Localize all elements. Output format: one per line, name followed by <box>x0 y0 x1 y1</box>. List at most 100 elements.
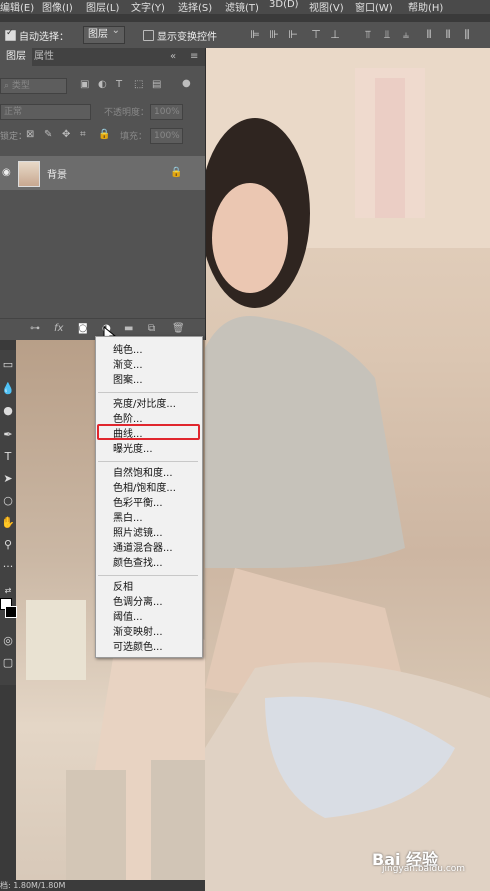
blend-mode-dropdown[interactable]: 正常 <box>0 104 91 120</box>
align-hcenter-icon[interactable]: ⊪ <box>268 29 280 41</box>
filter-type-label: 类型 <box>11 81 30 91</box>
layer-lock-icon: 🔒 <box>170 167 183 178</box>
search-icon: ⌕ <box>4 81 12 91</box>
show-transform-checkbox[interactable] <box>143 30 154 41</box>
collapse-icon[interactable]: « <box>170 51 176 63</box>
menu-help[interactable]: 帮助(H) <box>408 0 443 14</box>
baidu-watermark-url: jingyan.baidu.com <box>382 864 466 874</box>
fill-field[interactable]: 100% <box>150 128 183 144</box>
link-layers-icon[interactable]: ⊶ <box>30 323 40 335</box>
distribute-top-icon[interactable]: ⫪ <box>362 29 374 41</box>
menu-item-pattern[interactable]: 图案... <box>113 375 143 387</box>
screen-mode-icon[interactable]: ▢ <box>1 656 15 670</box>
menu-view[interactable]: 视图(V) <box>309 0 344 14</box>
menu-item-exposure[interactable]: 曝光度... <box>113 444 153 456</box>
lock-position-icon[interactable]: ✥ <box>62 129 70 141</box>
lock-artboard-icon[interactable]: ⌗ <box>80 129 86 141</box>
pen-tool-icon[interactable]: ✒ <box>1 428 15 442</box>
status-bar: 档: 1.80M/1.80M <box>0 880 205 891</box>
menu-item-brightness-contrast[interactable]: 亮度/对比度... <box>113 399 176 411</box>
path-select-tool-icon[interactable]: ➤ <box>1 472 15 486</box>
align-vcenter-icon[interactable]: ⊥ <box>329 29 341 41</box>
layer-thumbnail <box>18 161 40 187</box>
layers-panel: 图层 属性 « ≡ ⌕ 类型 ▣ ◐ T ⬚ ▤ ● 正常 不透明度： 100%… <box>0 48 206 340</box>
menu-item-color-lookup[interactable]: 颜色查找... <box>113 558 163 570</box>
lock-all-icon[interactable]: 🔒 <box>98 129 110 141</box>
lock-label: 锁定： <box>0 132 28 142</box>
filter-pixel-icon[interactable]: ▣ <box>80 79 89 91</box>
menu-separator <box>98 392 198 393</box>
swap-colors-icon[interactable]: ⇄ <box>1 584 15 598</box>
menu-item-posterize[interactable]: 色调分离... <box>113 597 163 609</box>
auto-select-dropdown[interactable]: 图层 <box>83 23 125 44</box>
canvas-photo[interactable] <box>205 48 490 891</box>
layer-row-background[interactable]: ◉ 背景 🔒 <box>0 156 205 190</box>
align-top-icon[interactable]: ⊤ <box>310 29 322 41</box>
menu-layer[interactable]: 图层(L) <box>86 0 119 14</box>
options-bar: 自动选择： 图层 显示变换控件 ⊫ ⊪ ⊩ ⊤ ⊥ ⫪ ⫫ ⫨ ⦀ ⫴ ⫼ <box>0 22 490 49</box>
distribute-vcenter-icon[interactable]: ⫫ <box>381 29 393 41</box>
filter-smart-icon[interactable]: ▤ <box>152 79 161 91</box>
menu-item-gradient[interactable]: 渐变... <box>113 360 143 372</box>
new-group-icon[interactable]: ▬ <box>124 323 133 335</box>
menu-item-photo-filter[interactable]: 照片滤镜... <box>113 528 163 540</box>
show-transform-label: 显示变换控件 <box>157 32 217 43</box>
distribute-hcenter-icon[interactable]: ⫴ <box>442 29 454 41</box>
menu-separator <box>98 575 198 576</box>
hand-tool-icon[interactable]: ✋ <box>1 516 15 530</box>
filter-type-icon[interactable]: T <box>116 79 122 91</box>
menu-type[interactable]: 文字(Y) <box>131 0 165 14</box>
distribute-left-icon[interactable]: ⦀ <box>423 29 435 41</box>
auto-select-label: 自动选择： <box>19 32 69 43</box>
menu-item-threshold[interactable]: 阈值... <box>113 612 143 624</box>
menu-bar: 编辑(E) 图像(I) 图层(L) 文字(Y) 选择(S) 滤镜(T) 3D(D… <box>0 0 490 14</box>
menu-edit[interactable]: 编辑(E) <box>0 0 34 14</box>
visibility-eye-icon[interactable]: ◉ <box>2 167 11 179</box>
menu-item-invert[interactable]: 反相 <box>113 582 133 594</box>
menu-3d[interactable]: 3D(D) <box>269 0 299 10</box>
background-color-swatch[interactable] <box>5 606 17 618</box>
lock-image-icon[interactable]: ✎ <box>44 129 52 141</box>
more-tools-icon[interactable]: ··· <box>1 560 15 574</box>
fill-label: 填充： <box>120 132 148 142</box>
type-tool-icon[interactable]: T <box>1 450 15 464</box>
blur-tool-icon[interactable]: 💧 <box>1 382 15 396</box>
menu-select[interactable]: 选择(S) <box>178 0 212 14</box>
filter-toggle-icon[interactable]: ● <box>182 78 191 90</box>
menu-item-gradient-map[interactable]: 渐变映射... <box>113 627 163 639</box>
filter-shape-icon[interactable]: ⬚ <box>134 79 143 91</box>
menu-item-selective-color[interactable]: 可选颜色... <box>113 642 163 654</box>
menu-filter[interactable]: 滤镜(T) <box>225 0 259 14</box>
zoom-tool-icon[interactable]: ⚲ <box>1 538 15 552</box>
lock-transparent-icon[interactable]: ⊠ <box>26 129 34 141</box>
menu-separator <box>98 461 198 462</box>
menu-item-black-white[interactable]: 黑白... <box>113 513 143 525</box>
delete-layer-icon[interactable]: 🗑 <box>172 323 185 335</box>
opacity-field[interactable]: 100% <box>150 104 183 120</box>
photo-illustration <box>205 48 490 891</box>
menu-item-channel-mixer[interactable]: 通道混合器... <box>113 543 173 555</box>
menu-item-vibrance[interactable]: 自然饱和度... <box>113 468 173 480</box>
align-right-icon[interactable]: ⊩ <box>287 29 299 41</box>
distribute-bottom-icon[interactable]: ⫨ <box>400 29 412 41</box>
adjustment-layer-menu: 纯色... 渐变... 图案... 亮度/对比度... 色阶... 曲线... … <box>95 336 203 658</box>
menu-item-color-balance[interactable]: 色彩平衡... <box>113 498 163 510</box>
auto-select-checkbox[interactable] <box>5 28 16 41</box>
menu-image[interactable]: 图像(I) <box>42 0 73 14</box>
new-layer-icon[interactable]: ⧉ <box>148 323 155 335</box>
add-mask-icon[interactable]: ◙ <box>78 323 88 335</box>
menu-item-hue-saturation[interactable]: 色相/饱和度... <box>113 483 176 495</box>
align-left-icon[interactable]: ⊫ <box>249 29 261 41</box>
quick-mask-icon[interactable]: ◎ <box>1 634 15 648</box>
shape-tool-icon[interactable]: ○ <box>1 494 15 508</box>
filter-adjustment-icon[interactable]: ◐ <box>98 79 107 91</box>
panel-menu-icon[interactable]: ≡ <box>190 51 198 63</box>
fx-icon[interactable]: fx <box>54 323 63 335</box>
filter-type-field[interactable]: ⌕ 类型 <box>0 78 67 94</box>
gradient-tool-icon[interactable]: ▭ <box>1 358 15 372</box>
dodge-tool-icon[interactable]: ● <box>1 404 15 418</box>
menu-item-solid-color[interactable]: 纯色... <box>113 345 143 357</box>
tab-properties[interactable]: 属性 <box>28 48 60 66</box>
distribute-right-icon[interactable]: ⫼ <box>461 29 473 41</box>
menu-window[interactable]: 窗口(W) <box>355 0 393 14</box>
